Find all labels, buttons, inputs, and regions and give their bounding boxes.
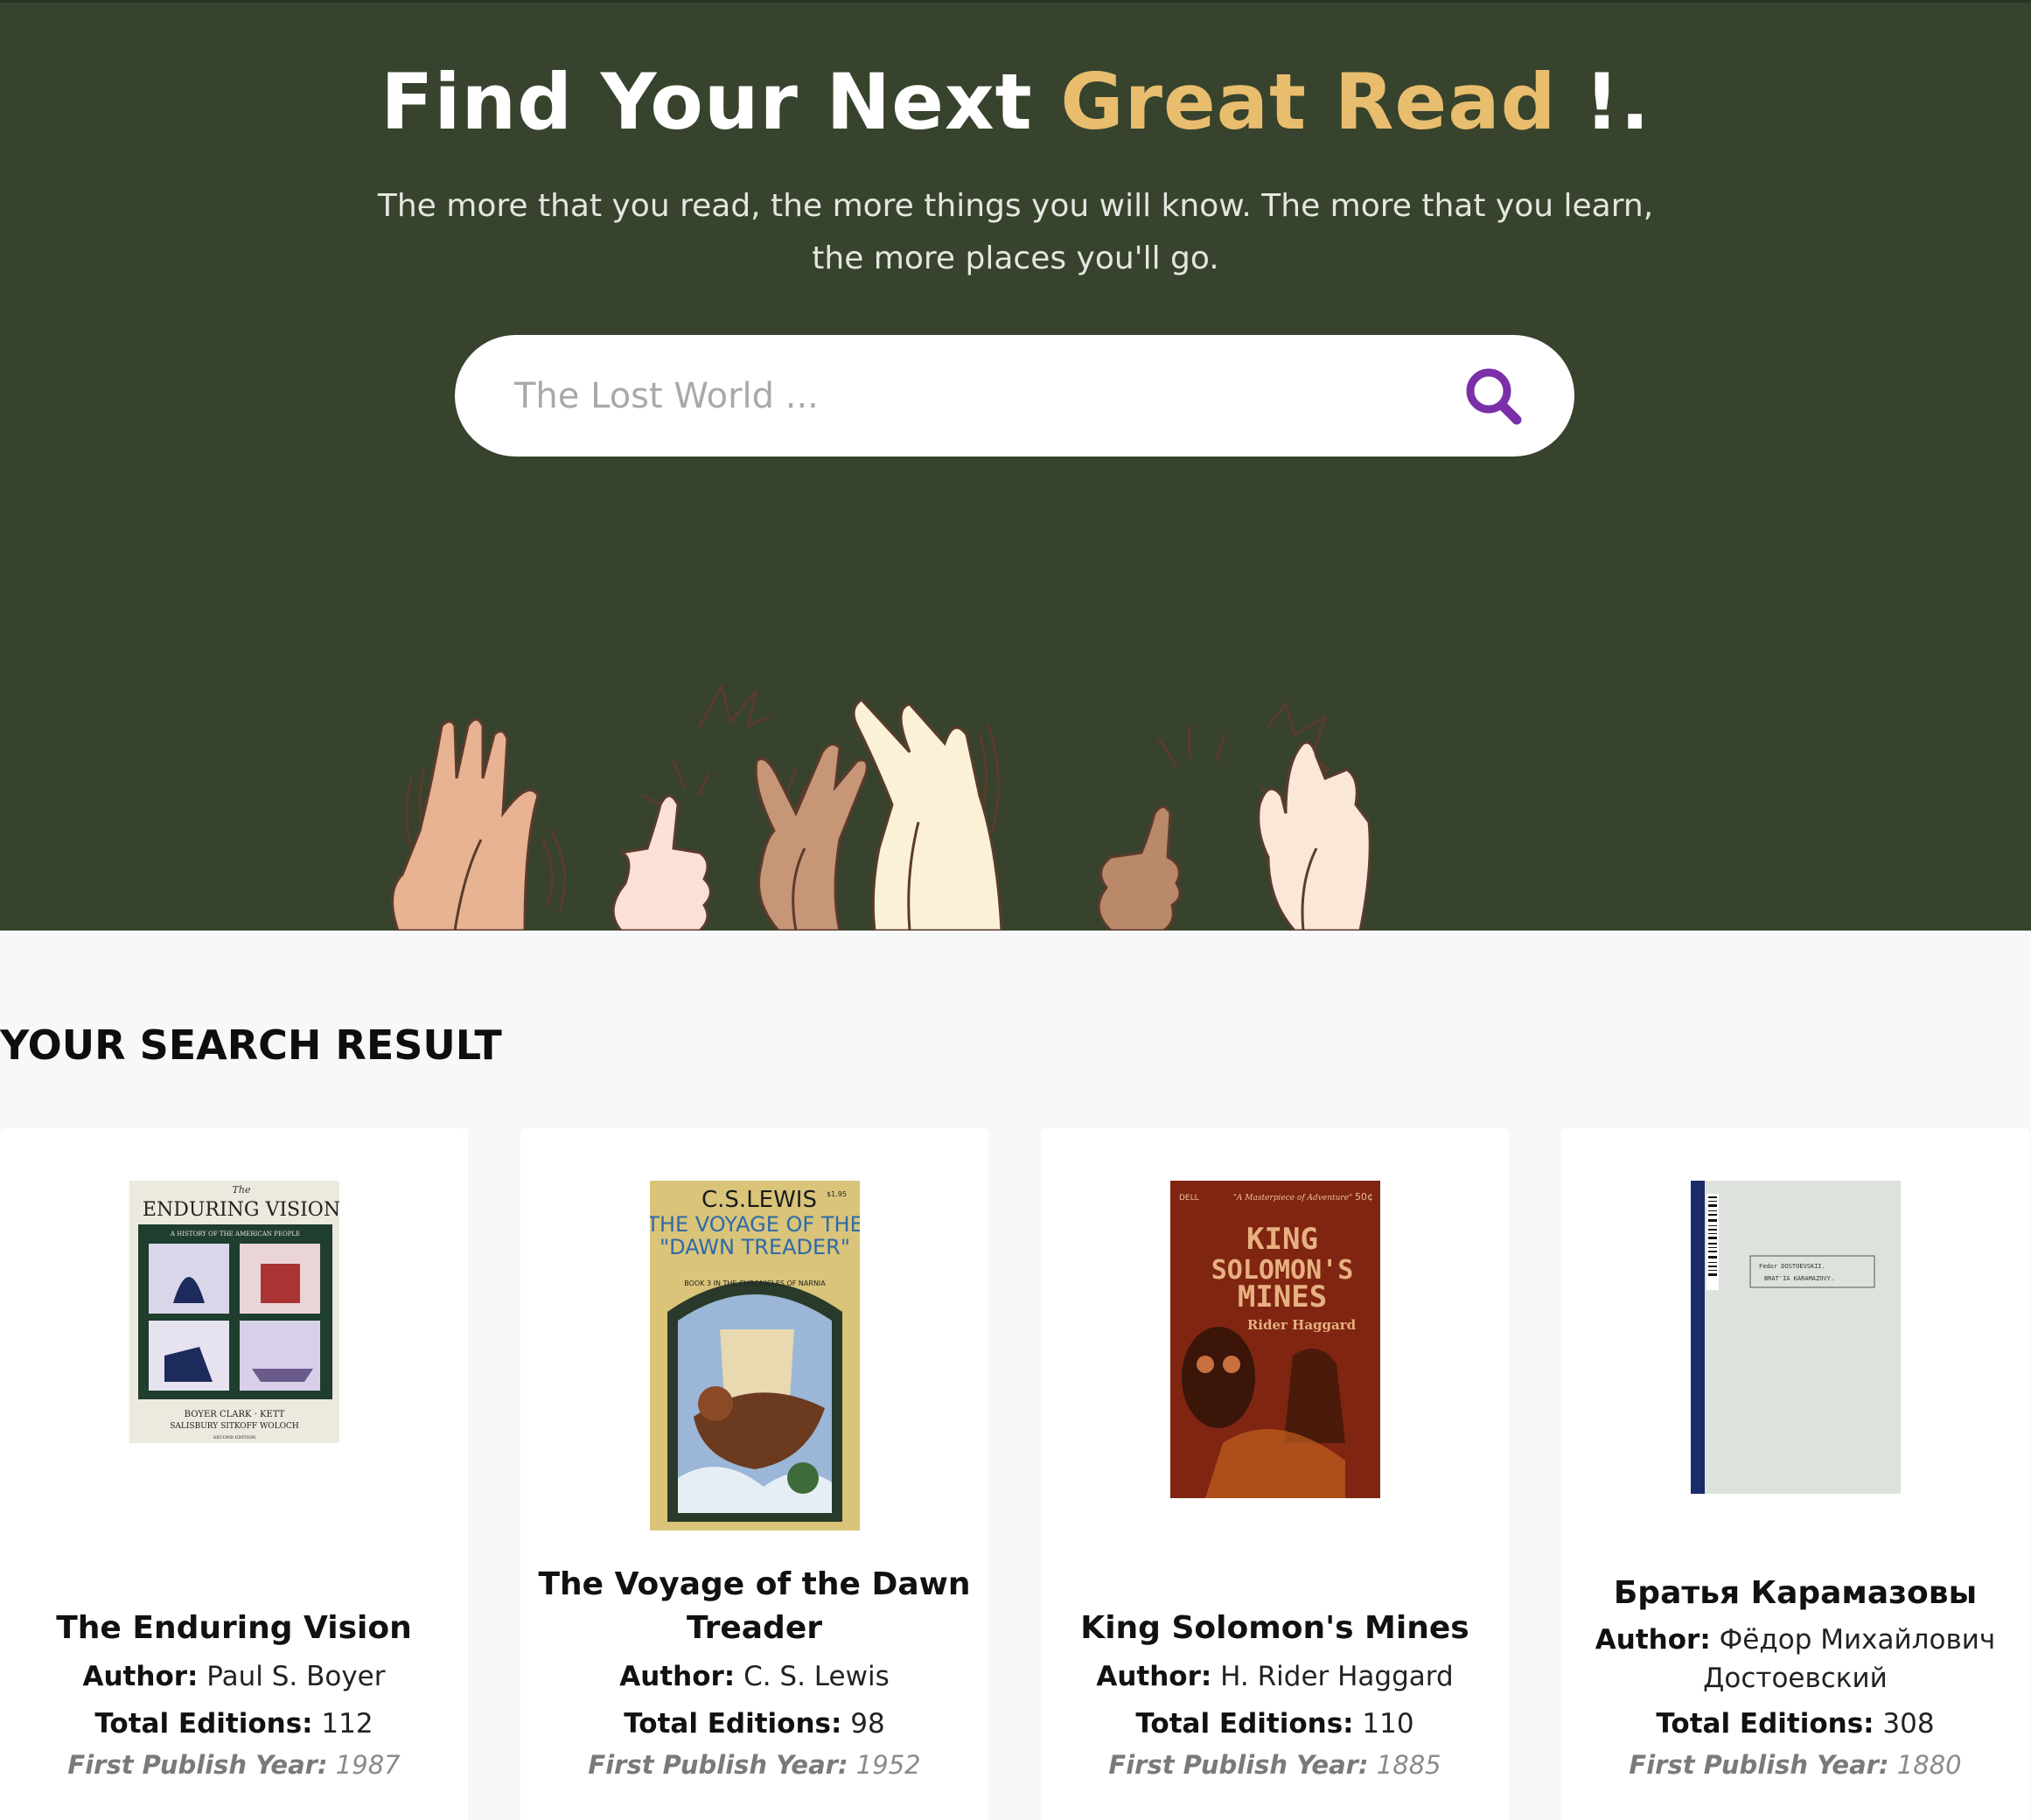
search-result-heading: YOUR SEARCH RESULT (0, 1022, 502, 1069)
svg-text:BOYER CLARK · KETT: BOYER CLARK · KETT (185, 1410, 285, 1419)
hero-title-accent: Great Read (1060, 57, 1557, 147)
svg-text:THE VOYAGE OF THE: THE VOYAGE OF THE (650, 1212, 860, 1237)
svg-text:$1.95: $1.95 (827, 1190, 847, 1198)
book-card[interactable]: The ENDURING VISION A HISTORY OF THE AME… (0, 1128, 468, 1820)
book-author: Author: H. Rider Haggard (1096, 1661, 1454, 1692)
book-card[interactable]: "A Masterpiece of Adventure" 50¢ DELL KI… (1041, 1128, 1509, 1820)
search-icon (1466, 368, 1522, 425)
svg-text:ENDURING VISION: ENDURING VISION (143, 1199, 339, 1221)
hero-banner: Find Your Next Great Read !. The more th… (0, 0, 2031, 931)
svg-text:MINES: MINES (1238, 1280, 1327, 1314)
book-author: Author: Фёдор Михайлович Достоевский (1595, 1624, 1996, 1694)
book-title[interactable]: The Voyage of the Dawn Treader (538, 1563, 971, 1650)
svg-text:SALISBURY SITKOFF WOLOCH: SALISBURY SITKOFF WOLOCH (170, 1422, 299, 1431)
book-editions: Total Editions: 112 (94, 1708, 373, 1740)
book-title[interactable]: King Solomon's Mines (1058, 1607, 1491, 1650)
book-title[interactable]: Братья Карамазовы (1579, 1572, 2012, 1615)
book-author: Author: C. S. Lewis (619, 1661, 890, 1692)
book-author: Author: Paul S. Boyer (82, 1661, 386, 1692)
top-divider (0, 0, 2031, 3)
book-cover[interactable]: Fedor DOSTOEVSKII. BRAT'IA KARAMAZOVY. (1691, 1181, 1901, 1494)
svg-text:"A Masterpiece of Adventure": "A Masterpiece of Adventure" (1233, 1194, 1352, 1203)
book-publish-year: First Publish Year: 1885 (1108, 1750, 1441, 1780)
svg-text:BRAT'IA KARAMAZOVY.: BRAT'IA KARAMAZOVY. (1764, 1275, 1834, 1282)
book-cover[interactable]: The ENDURING VISION A HISTORY OF THE AME… (129, 1181, 339, 1443)
svg-text:"DAWN TREADER": "DAWN TREADER" (660, 1235, 850, 1259)
book-publish-year: First Publish Year: 1880 (1629, 1750, 1962, 1780)
book-editions: Total Editions: 110 (1135, 1708, 1414, 1740)
search-bar (455, 335, 1574, 457)
svg-text:C.S.LEWIS: C.S.LEWIS (701, 1187, 817, 1213)
book-publish-year: First Publish Year: 1952 (588, 1750, 921, 1780)
search-button[interactable] (1461, 365, 1531, 429)
book-editions: Total Editions: 98 (624, 1708, 885, 1740)
search-input[interactable] (514, 363, 1389, 429)
svg-text:Rider Haggard: Rider Haggard (1247, 1317, 1357, 1333)
svg-text:BOOK 3 IN THE CHRONICLES OF NA: BOOK 3 IN THE CHRONICLES OF NARNIA (684, 1280, 826, 1287)
book-publish-year: First Publish Year: 1987 (67, 1750, 401, 1780)
svg-text:50¢: 50¢ (1355, 1191, 1373, 1203)
book-editions: Total Editions: 308 (1656, 1708, 1935, 1740)
svg-text:SECOND EDITION: SECOND EDITION (213, 1435, 256, 1440)
svg-text:KING: KING (1246, 1222, 1318, 1257)
hero-title: Find Your Next Great Read !. (380, 57, 1651, 147)
book-card[interactable]: C.S.LEWIS $1.95 THE VOYAGE OF THE "DAWN … (520, 1128, 988, 1820)
book-cover[interactable]: C.S.LEWIS $1.95 THE VOYAGE OF THE "DAWN … (650, 1181, 860, 1531)
hero-subtitle: The more that you read, the more things … (377, 188, 1654, 276)
svg-text:Fedor DOSTOEVSKII.: Fedor DOSTOEVSKII. (1759, 1263, 1825, 1270)
book-card[interactable]: Fedor DOSTOEVSKII. BRAT'IA KARAMAZOVY. Б… (1561, 1128, 2029, 1820)
clapping-hands-illustration (391, 682, 1371, 931)
book-cover[interactable]: "A Masterpiece of Adventure" 50¢ DELL KI… (1170, 1181, 1380, 1498)
svg-text:A HISTORY OF THE AMERICAN PEOP: A HISTORY OF THE AMERICAN PEOPLE (170, 1231, 300, 1238)
svg-text:DELL: DELL (1179, 1194, 1199, 1203)
svg-text:The: The (233, 1184, 251, 1196)
book-title[interactable]: The Enduring Vision (17, 1607, 450, 1650)
